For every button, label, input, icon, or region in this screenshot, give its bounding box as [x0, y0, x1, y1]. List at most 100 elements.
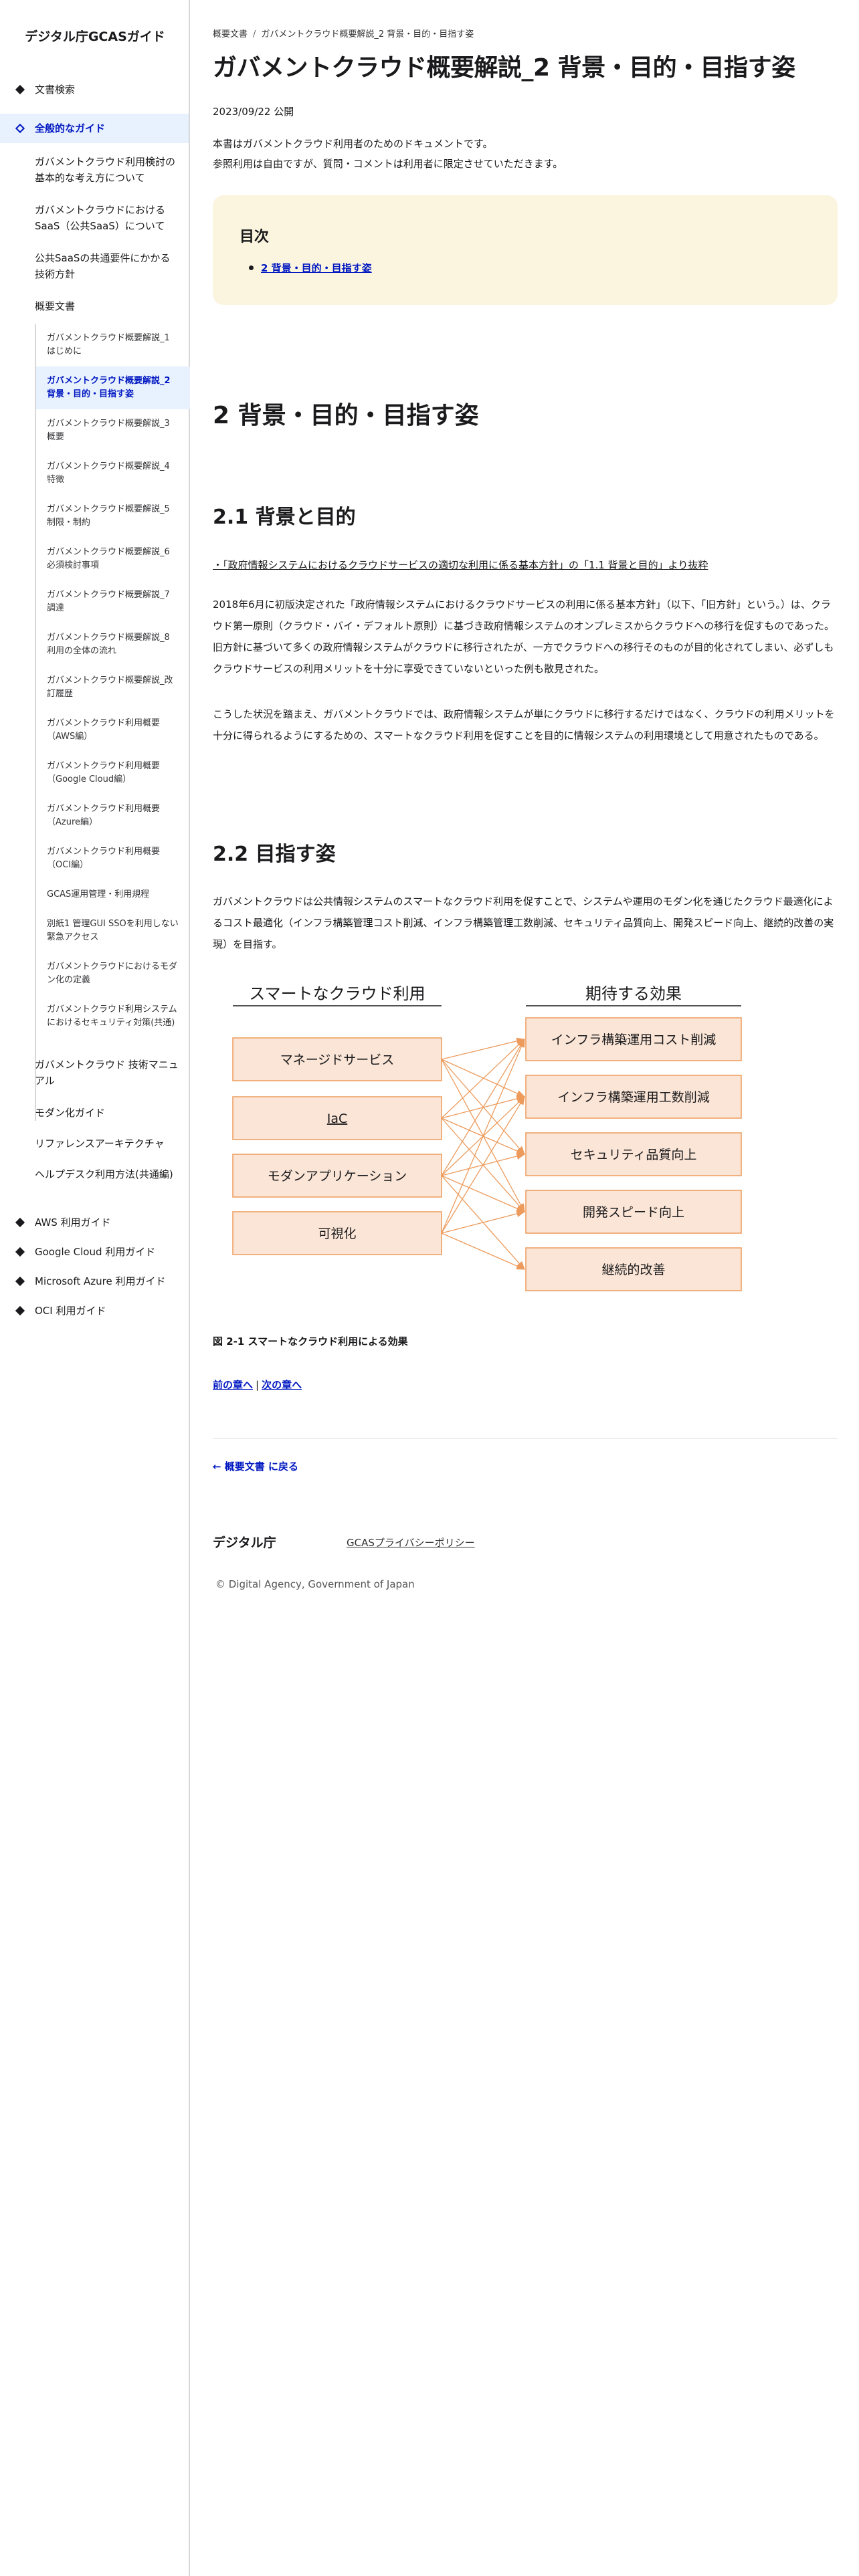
- section-heading: 2 背景・目的・目指す姿: [213, 402, 479, 429]
- sidebar-item-modernization-definition[interactable]: ガバメントクラウドにおけるモダン化の定義: [36, 952, 190, 995]
- diamond-outline-icon: [15, 123, 25, 134]
- effect-arrow: [441, 1232, 526, 1270]
- sidebar-item-public-saas[interactable]: ガバメントクラウドにおけるSaaS（公共SaaS）について: [0, 202, 189, 235]
- effect-arrow: [441, 1037, 526, 1060]
- sidebar-item-label: ガバメントクラウド概要解説_4 特徴: [47, 461, 170, 485]
- smart-cloud-effects-diagram: スマートなクラウド利用 期待する効果 マネージドサービス IaC モダンアプリケーシ…: [232, 984, 742, 1291]
- sidebar-item-label: ガバメントクラウド概要解説_6 必須検討事項: [47, 547, 170, 570]
- publish-date: 2023/09/22 公開: [213, 106, 294, 118]
- sidebar-item-basic-approach[interactable]: ガバメントクラウド利用検討の基本的な考え方について: [0, 154, 189, 187]
- sidebar-item-label: Google Cloud 利用ガイド: [35, 1246, 156, 1258]
- table-of-contents: 目次 2 背景・目的・目指す姿: [213, 195, 838, 305]
- next-chapter-link[interactable]: 次の章へ: [262, 1379, 302, 1391]
- breadcrumb-separator: /: [253, 29, 256, 39]
- diamond-icon: [15, 1276, 25, 1287]
- sidebar-item-emergency-access[interactable]: 別紙1 管理GUI SSOを利用しない緊急アクセス: [36, 909, 190, 952]
- effect-arrow: [441, 1095, 525, 1234]
- sidebar-item-oci-guide[interactable]: OCI 利用ガイド: [0, 1296, 189, 1325]
- toc-title: 目次: [240, 229, 270, 245]
- sidebar-item-overview-history[interactable]: ガバメントクラウド概要解説_改訂履歴: [36, 666, 190, 709]
- intro-line-2: 参照利用は自由ですが、質問・コメントは利用者に限定させていただきます。: [213, 158, 563, 170]
- sidebar-item-label: ガバメントクラウド 技術マニュアル: [35, 1059, 179, 1087]
- sidebar-item-usage-google-cloud[interactable]: ガバメントクラウド利用概要（Google Cloud編）: [36, 752, 190, 794]
- right-item-label: インフラ構築運用工数削減: [557, 1090, 709, 1105]
- subsection-heading-vision: 2.2 目指す姿: [213, 843, 336, 866]
- sidebar-item-overview-8[interactable]: ガバメントクラウド概要解説_8 利用の全体の流れ: [36, 623, 190, 666]
- sidebar-item-label: 文書検索: [35, 84, 76, 96]
- sidebar-item-gcas-rules[interactable]: GCAS運用管理・利用規程: [36, 880, 190, 909]
- sidebar-item-label: 概要文書: [35, 300, 76, 312]
- sidebar-item-helpdesk[interactable]: ヘルプデスク利用方法(共通編): [0, 1166, 189, 1200]
- sidebar-item-overview-6[interactable]: ガバメントクラウド概要解説_6 必須検討事項: [36, 538, 190, 580]
- sidebar-item-usage-aws[interactable]: ガバメントクラウド利用概要（AWS編）: [36, 709, 190, 752]
- policy-reference-link[interactable]: ・「政府情報システムにおけるクラウドサービスの適切な利用に係る基本方針」の「1.…: [213, 558, 708, 572]
- sidebar-item-label: ガバメントクラウド概要解説_5 制限・制約: [47, 504, 170, 528]
- diagram-right-boxes: インフラ構築運用コスト削減インフラ構築運用工数削減セキュリティ品質向上開発スピー…: [525, 1017, 742, 1291]
- sidebar-item-overview-docs[interactable]: 概要文書: [0, 298, 189, 316]
- sidebar-item-google-cloud-guide[interactable]: Google Cloud 利用ガイド: [0, 1237, 189, 1267]
- breadcrumb-parent-link[interactable]: 概要文書: [213, 29, 248, 39]
- diamond-icon: [15, 84, 25, 95]
- sidebar-item-label: 全般的なガイド: [35, 122, 106, 134]
- diamond-icon: [15, 1217, 25, 1228]
- sidebar-item-document-search[interactable]: 文書検索: [0, 75, 189, 104]
- intro-text: 本書はガバメントクラウド利用者のためのドキュメントです。 参照利用は自由ですが、…: [213, 134, 563, 174]
- intro-line-1: 本書はガバメントクラウド利用者のためのドキュメントです。: [213, 138, 493, 150]
- sidebar-item-overview-7[interactable]: ガバメントクラウド概要解説_7 調達: [36, 580, 190, 623]
- sidebar-item-azure-guide[interactable]: Microsoft Azure 利用ガイド: [0, 1267, 189, 1296]
- left-item-label: マネージドサービス: [280, 1053, 395, 1067]
- toc-link[interactable]: 2 背景・目的・目指す姿: [261, 261, 372, 275]
- subsection-heading-background: 2.1 背景と目的: [213, 506, 356, 529]
- sidebar-item-label: ガバメントクラウド利用概要（Azure編）: [47, 804, 161, 827]
- chapter-pager: 前の章へ | 次の章へ: [213, 1378, 302, 1392]
- sidebar-item-usage-oci[interactable]: ガバメントクラウド利用概要（OCI編）: [36, 837, 190, 880]
- sidebar-item-label: OCI 利用ガイド: [35, 1305, 106, 1317]
- sidebar-item-overview-5[interactable]: ガバメントクラウド概要解説_5 制限・制約: [36, 495, 190, 538]
- sidebar-item-modernization-guide[interactable]: モダン化ガイド: [0, 1105, 189, 1122]
- sidebar-item-saas-tech-policy[interactable]: 公共SaaSの共通要件にかかる技術方針: [0, 250, 189, 284]
- privacy-policy-link[interactable]: GCASプライバシーポリシー: [347, 1535, 475, 1549]
- sidebar: デジタル庁GCASガイド 文書検索 全般的なガイド ガバメントクラウド利用検討の…: [0, 0, 190, 2576]
- sidebar-item-security-common[interactable]: ガバメントクラウド利用システムにおけるセキュリティ対策(共通): [36, 995, 190, 1051]
- sidebar-item-label: リファレンスアーキテクチャ: [35, 1138, 165, 1150]
- right-item-label: 開発スピード向上: [583, 1205, 684, 1220]
- overview-docs-subtree: ガバメントクラウド概要解説_1 はじめに ガバメントクラウド概要解説_2 背景・…: [35, 324, 190, 1121]
- sidebar-item-aws-guide[interactable]: AWS 利用ガイド: [0, 1208, 189, 1237]
- sidebar-item-label: モダン化ガイド: [35, 1107, 106, 1119]
- sidebar-item-label: ガバメントクラウド利用概要（OCI編）: [47, 847, 161, 870]
- effect-arrow: [441, 1175, 526, 1212]
- sidebar-item-label: Microsoft Azure 利用ガイド: [35, 1275, 166, 1287]
- effect-arrow: [441, 1210, 526, 1234]
- sidebar-item-label: ガバメントクラウドにおけるSaaS（公共SaaS）について: [35, 204, 166, 232]
- right-item-label: インフラ構築運用コスト削減: [551, 1033, 716, 1047]
- site-title[interactable]: デジタル庁GCASガイド: [0, 27, 190, 45]
- sidebar-item-label: ガバメントクラウド利用システムにおけるセキュリティ対策(共通): [47, 1004, 177, 1028]
- sidebar-item-label: ガバメントクラウド概要解説_2 背景・目的・目指す姿: [47, 376, 171, 399]
- prev-chapter-link[interactable]: 前の章へ: [213, 1379, 253, 1391]
- sidebar-item-overview-4[interactable]: ガバメントクラウド概要解説_4 特徴: [36, 452, 190, 495]
- paragraph-situation: こうした状況を踏まえ、ガバメントクラウドでは、政府情報システムが単にクラウドに移…: [213, 708, 835, 742]
- sidebar-item-label: ガバメントクラウドにおけるモダン化の定義: [47, 962, 178, 985]
- left-item-label: 可視化: [318, 1226, 356, 1241]
- sidebar-item-overview-1[interactable]: ガバメントクラウド概要解説_1 はじめに: [36, 324, 190, 366]
- sidebar-item-label: ヘルプデスク利用方法(共通編): [35, 1168, 173, 1180]
- sidebar-item-label: GCAS運用管理・利用規程: [47, 889, 150, 899]
- pager-separator: |: [256, 1379, 260, 1391]
- effect-arrow: [441, 1059, 526, 1097]
- sidebar-item-overview-3[interactable]: ガバメントクラウド概要解説_3 概要: [36, 409, 190, 452]
- footer-brand[interactable]: デジタル庁: [213, 1533, 276, 1551]
- paragraph-vision: ガバメントクラウドは公共情報システムのスマートなクラウド利用を促すことで、システ…: [213, 895, 834, 950]
- breadcrumb: 概要文書 / ガバメントクラウド概要解説_2 背景・目的・目指す姿: [213, 27, 474, 39]
- effect-arrow: [441, 1038, 525, 1234]
- sidebar-item-usage-azure[interactable]: ガバメントクラウド利用概要（Azure編）: [36, 794, 190, 837]
- back-to-overview-link[interactable]: ← 概要文書 に戻る: [213, 1459, 298, 1473]
- bullet-icon: [249, 265, 254, 270]
- sidebar-item-reference-architecture[interactable]: リファレンスアーキテクチャ: [0, 1136, 189, 1153]
- sidebar-item-overview-2[interactable]: ガバメントクラウド概要解説_2 背景・目的・目指す姿: [36, 366, 190, 409]
- diagram-arrows: [441, 1037, 526, 1270]
- sidebar-item-label: ガバメントクラウド概要解説_7 調達: [47, 590, 170, 613]
- left-item-label: モダンアプリケーション: [268, 1169, 407, 1184]
- sidebar-item-general-guide[interactable]: 全般的なガイド: [0, 114, 189, 143]
- sidebar-item-tech-manual[interactable]: ガバメントクラウド 技術マニュアル: [0, 1057, 189, 1090]
- paragraph-background: 2018年6月に初版決定された「政府情報システムにおけるクラウドサービスの利用に…: [213, 599, 834, 675]
